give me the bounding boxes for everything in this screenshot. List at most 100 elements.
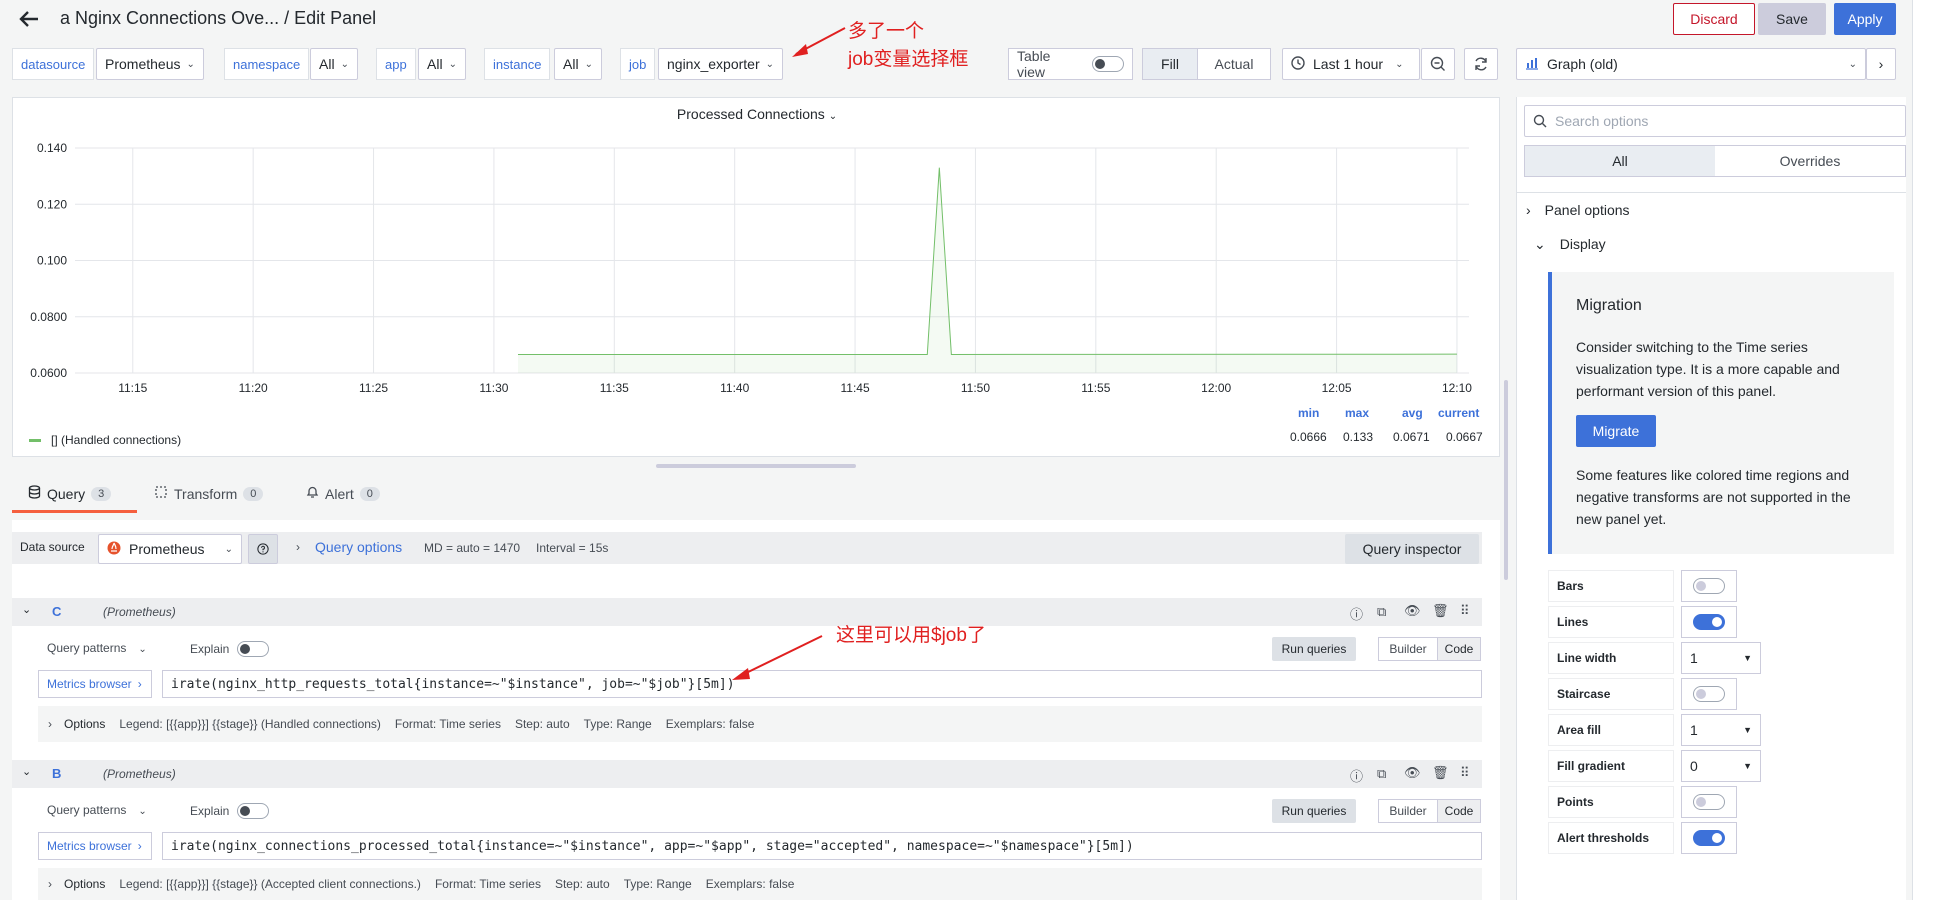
tab-alert[interactable]: Alert 0 (306, 485, 380, 502)
chevron-down-icon: ⌄ (1395, 58, 1404, 70)
tab-all[interactable]: All (1525, 146, 1715, 176)
run-queries-button[interactable]: Run queries (1272, 799, 1356, 823)
help-button[interactable] (248, 534, 278, 564)
variable-select-datasource[interactable]: Prometheus ⌄ (96, 48, 204, 80)
builder-mode-button[interactable]: Builder (1378, 637, 1438, 661)
eye-icon[interactable]: 👁 (1404, 765, 1421, 781)
apply-button[interactable]: Apply (1834, 3, 1896, 35)
variable-select-namespace[interactable]: All ⌄ (310, 48, 358, 80)
promql-editor[interactable]: irate(nginx_connections_processed_total{… (162, 832, 1482, 860)
tab-count-badge: 0 (243, 486, 264, 501)
time-range-picker[interactable]: Last 1 hour ⌄ (1282, 48, 1420, 80)
chevron-down-icon: ⌄ (584, 58, 593, 70)
visualization-picker[interactable]: Graph (old) ⌄ (1516, 48, 1866, 80)
options-exemplars: Exemplars: false (705, 877, 795, 891)
query-patterns-toggle[interactable]: Query patterns ⌄ (47, 803, 147, 817)
variable-label-instance: instance (484, 48, 551, 80)
back-arrow-icon[interactable] (18, 8, 40, 34)
chevron-down-icon[interactable]: ⌄ (22, 603, 31, 616)
query-ref-id[interactable]: B (52, 766, 61, 781)
legend-header-max[interactable]: max (1345, 406, 1369, 420)
variable-select-job[interactable]: nginx_exporter ⌄ (658, 48, 784, 80)
fill-gradient-select[interactable]: 0 ▼ (1681, 750, 1761, 782)
eye-icon[interactable]: 👁 (1404, 603, 1421, 619)
display-section[interactable]: ⌄ Display (1534, 236, 1606, 253)
code-mode-button[interactable]: Code (1437, 637, 1481, 661)
duplicate-icon[interactable]: ⧉ (1377, 604, 1386, 620)
drag-handle-icon[interactable]: ⠿ (1460, 765, 1470, 781)
panel-options-section[interactable]: › Panel options (1526, 202, 1630, 218)
discard-button[interactable]: Discard (1673, 3, 1755, 35)
run-queries-button[interactable]: Run queries (1272, 637, 1356, 661)
help-icon[interactable]: ⓘ (1350, 604, 1363, 623)
chevron-down-icon[interactable]: ⌄ (22, 765, 31, 778)
chevron-right-icon[interactable]: › (296, 540, 300, 554)
legend-header-current[interactable]: current (1438, 406, 1479, 420)
query-options-toggle[interactable]: Query options (315, 539, 402, 555)
explain-toggle[interactable]: Explain (190, 803, 270, 819)
variable-select-app[interactable]: All ⌄ (418, 48, 466, 80)
bars-toggle[interactable] (1681, 570, 1737, 602)
actual-button[interactable]: Actual (1197, 48, 1271, 80)
query-inspector-button[interactable]: Query inspector (1345, 534, 1479, 564)
options-format: Format: Time series (394, 717, 501, 731)
chevron-down-icon: ⌄ (448, 58, 457, 70)
metrics-browser-button[interactable]: Metrics browser › (38, 670, 152, 698)
tab-transform[interactable]: Transform 0 (154, 485, 264, 502)
variable-value: nginx_exporter (667, 56, 760, 72)
viz-type-label: Graph (old) (1547, 56, 1618, 72)
options-step: Step: auto (554, 877, 610, 891)
zoom-out-button[interactable] (1421, 48, 1455, 80)
duplicate-icon[interactable]: ⧉ (1377, 766, 1386, 782)
pane-resize-handle[interactable] (656, 464, 856, 468)
trash-icon[interactable]: 🗑 (1432, 765, 1449, 781)
query-patterns-toggle[interactable]: Query patterns ⌄ (47, 641, 147, 655)
builder-mode-button[interactable]: Builder (1378, 799, 1438, 823)
x-tick-label: 11:25 (359, 381, 388, 395)
points-toggle[interactable] (1681, 786, 1737, 818)
area-fill-select[interactable]: 1 ▼ (1681, 714, 1761, 746)
options-search-input[interactable]: Search options (1524, 105, 1906, 137)
data-source-picker[interactable]: Prometheus ⌄ (98, 534, 242, 564)
legend-value-current: 0.0667 (1446, 430, 1483, 444)
chevron-down-icon: ⌄ (1534, 236, 1546, 252)
query-source: (Prometheus) (103, 605, 176, 619)
legend-header-min[interactable]: min (1298, 406, 1319, 420)
legend-series[interactable]: [] (Handled connections) (29, 433, 181, 447)
trash-icon[interactable]: 🗑 (1432, 603, 1449, 619)
toggle-switch[interactable] (1092, 56, 1124, 72)
line-width-select[interactable]: 1 ▼ (1681, 642, 1761, 674)
alert-thresholds-toggle[interactable] (1681, 822, 1737, 854)
help-icon[interactable]: ⓘ (1350, 766, 1363, 785)
chevron-right-icon: › (1526, 202, 1531, 218)
tab-query[interactable]: Query 3 (28, 485, 112, 502)
refresh-button[interactable] (1464, 48, 1498, 80)
lines-toggle[interactable] (1681, 606, 1737, 638)
collapse-pane-button[interactable]: › (1866, 48, 1896, 80)
tab-overrides[interactable]: Overrides (1715, 146, 1905, 176)
query-options-row[interactable]: › Options Legend: [{{app}}] {{stage}} (A… (38, 868, 1482, 900)
tab-count-badge: 3 (91, 486, 112, 501)
drag-handle-icon[interactable]: ⠿ (1460, 603, 1470, 619)
query-options-row[interactable]: › Options Legend: [{{app}}] {{stage}} (H… (38, 706, 1482, 742)
chevron-down-icon: ⌄ (765, 58, 775, 70)
variable-select-instance[interactable]: All ⌄ (554, 48, 602, 80)
metrics-browser-button[interactable]: Metrics browser › (38, 832, 152, 860)
save-button[interactable]: Save (1758, 3, 1826, 35)
migrate-button[interactable]: Migrate (1576, 415, 1656, 447)
legend-value-min: 0.0666 (1290, 430, 1327, 444)
query-ref-id[interactable]: C (52, 604, 61, 619)
fill-button[interactable]: Fill (1142, 48, 1198, 80)
scrollbar[interactable] (1504, 380, 1508, 580)
x-tick-label: 11:45 (840, 381, 869, 395)
graph-icon (1525, 56, 1539, 73)
staircase-toggle[interactable] (1681, 678, 1737, 710)
code-mode-button[interactable]: Code (1437, 799, 1481, 823)
annotation-text: job变量选择框 (848, 49, 969, 70)
table-view-toggle[interactable]: Table view (1008, 48, 1133, 80)
legend-header-avg[interactable]: avg (1402, 406, 1423, 420)
explain-toggle[interactable]: Explain (190, 641, 270, 657)
variable-label-datasource: datasource (12, 48, 95, 80)
x-tick-label: 11:40 (720, 381, 749, 395)
series-color-swatch (29, 438, 41, 442)
